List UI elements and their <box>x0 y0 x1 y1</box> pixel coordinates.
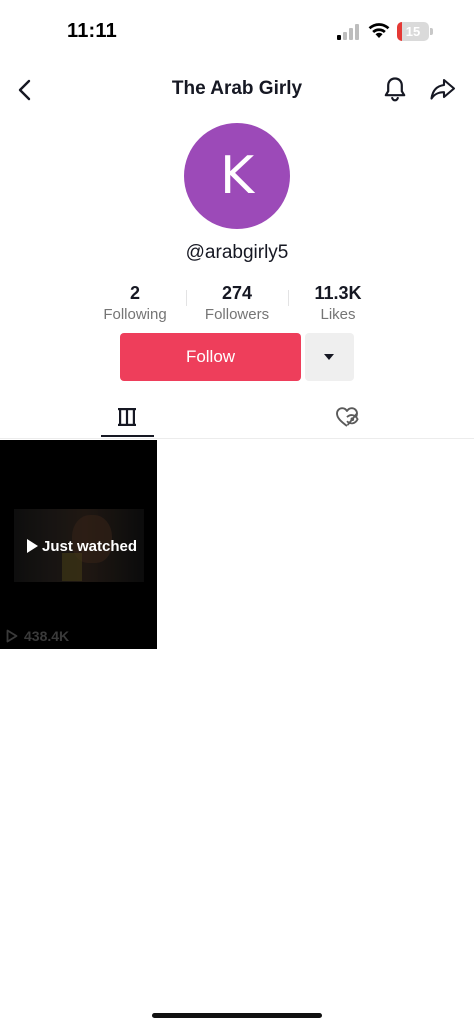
likes-count: 11.3K <box>314 283 362 303</box>
view-count-label: 438.4K <box>24 628 70 644</box>
active-tab-indicator <box>101 435 154 437</box>
stat-likes[interactable]: 11.3K Likes <box>288 282 388 325</box>
hidden-liked-icon <box>336 407 359 427</box>
profile-header: The Arab Girly <box>0 64 474 114</box>
bell-icon[interactable] <box>381 75 409 103</box>
stat-followers[interactable]: 274 Followers <box>187 282 287 325</box>
tab-liked[interactable] <box>297 397 397 439</box>
video-tile[interactable]: Just watched 438.4K <box>0 440 157 649</box>
stat-following[interactable]: 2 Following <box>85 282 185 325</box>
follow-button[interactable]: Follow <box>120 333 301 381</box>
battery-level: 15 <box>405 24 421 39</box>
profile-tabs <box>0 397 474 439</box>
status-time: 11:11 <box>67 20 117 42</box>
avatar[interactable]: K <box>184 123 290 229</box>
cellular-signal-icon <box>337 24 359 40</box>
status-bar: 11:11 15 <box>0 0 474 64</box>
suggested-accounts-button[interactable] <box>305 333 354 381</box>
view-count: 438.4K <box>6 628 69 644</box>
followers-count: 274 <box>221 283 253 303</box>
battery-icon: 15 <box>397 22 433 41</box>
play-icon <box>27 539 38 553</box>
wifi-icon <box>368 23 390 38</box>
caret-down-icon <box>324 354 334 360</box>
play-outline-icon <box>6 629 18 643</box>
home-indicator[interactable] <box>152 1013 322 1018</box>
video-grid-icon <box>118 408 136 426</box>
likes-label: Likes <box>320 306 356 323</box>
just-watched-label: Just watched <box>42 537 138 555</box>
share-icon[interactable] <box>428 75 458 103</box>
username: @arabgirly5 <box>185 242 289 263</box>
just-watched-overlay: Just watched <box>27 536 137 556</box>
following-label: Following <box>103 306 167 323</box>
following-count: 2 <box>129 283 140 303</box>
followers-label: Followers <box>204 306 270 323</box>
tab-videos[interactable] <box>77 397 177 439</box>
